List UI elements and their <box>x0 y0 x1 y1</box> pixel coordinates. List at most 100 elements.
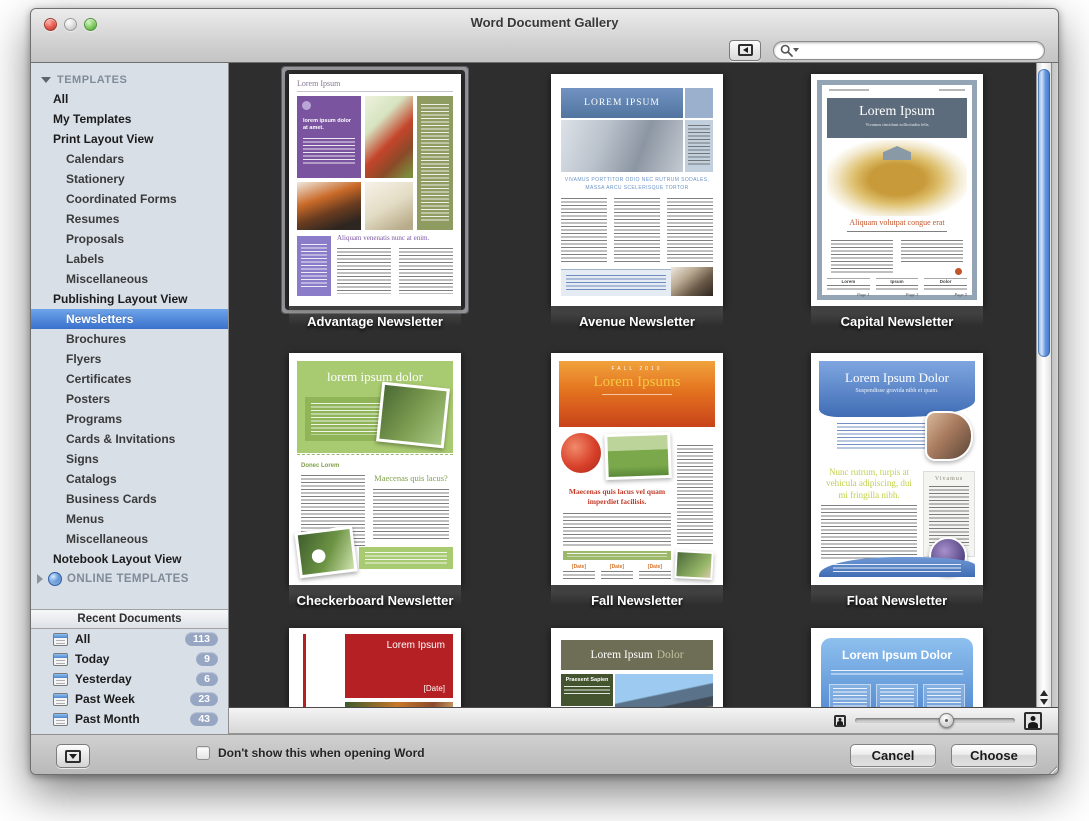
search-input[interactable] <box>773 41 1045 60</box>
template-card-row3-2[interactable]: Lorem Ipsum Dolor Praesent Sapien <box>551 628 723 707</box>
disclosure-triangle-down-icon[interactable] <box>41 77 51 83</box>
text-columns <box>667 198 713 264</box>
search-scope-chevron-icon[interactable] <box>793 48 799 52</box>
masthead-panel: Lorem Ipsum Dolor <box>821 638 973 707</box>
recent-item-past-month[interactable]: Past Month 43 <box>31 709 228 729</box>
feature-box: Praesent Sapien <box>561 674 613 706</box>
template-thumbnail[interactable]: Lorem Ipsum Dolor Suspendisse gravida ni… <box>811 353 983 585</box>
template-thumbnail[interactable]: Lorem Ipsum Dolor Praesent Sapien <box>551 628 723 707</box>
sidebar-item-labels[interactable]: Labels <box>31 249 228 269</box>
sidebar-item-signs[interactable]: Signs <box>31 449 228 469</box>
sidebar-item-certificates[interactable]: Certificates <box>31 369 228 389</box>
sidebar-item-online-templates[interactable]: ONLINE TEMPLATES <box>31 569 228 589</box>
sidebar-item-miscellaneous-publishing[interactable]: Miscellaneous <box>31 529 228 549</box>
photo-placeholder <box>671 267 713 296</box>
sidebar-item-coordinated-forms[interactable]: Coordinated Forms <box>31 189 228 209</box>
templates-section-header[interactable]: TEMPLATES <box>31 63 228 89</box>
sidebar-toggle-button[interactable] <box>729 40 761 61</box>
sidebar-item-menus[interactable]: Menus <box>31 509 228 529</box>
kicker-text: FALL 2010 <box>559 366 715 372</box>
sidebar-item-brochures[interactable]: Brochures <box>31 329 228 349</box>
panel-expand-down-icon <box>65 750 81 763</box>
template-thumbnail[interactable]: lorem ipsum dolor Donec Lorem <box>289 353 461 585</box>
scroll-down-arrow-icon[interactable] <box>1040 699 1048 705</box>
recent-item-past-week[interactable]: Past Week 23 <box>31 689 228 709</box>
template-card-row3-1[interactable]: Lorem Ipsum [Date] <box>289 628 461 707</box>
template-thumbnail[interactable]: LOREM IPSUM VIVAMUS PORTTITOR ODIO NEC R… <box>551 74 723 306</box>
template-card-fall[interactable]: FALL 2010 Lorem Ipsums Mae <box>551 353 723 608</box>
photo-placeholder <box>561 120 683 172</box>
sidebar-item-stationery[interactable]: Stationery <box>31 169 228 189</box>
sidebar-item-calendars[interactable]: Calendars <box>31 149 228 169</box>
disclosure-triangle-right-icon[interactable] <box>37 574 43 584</box>
cancel-button[interactable]: Cancel <box>850 744 936 767</box>
thumbnail-size-slider[interactable] <box>855 718 1015 723</box>
sidebar-item-programs[interactable]: Programs <box>31 409 228 429</box>
text-lines <box>303 138 355 166</box>
sidebar-item-cards-invitations[interactable]: Cards & Invitations <box>31 429 228 449</box>
sidebar-item-all[interactable]: All <box>31 89 228 109</box>
masthead-text: lorem ipsum dolor <box>297 369 453 385</box>
template-card-advantage[interactable]: Lorem Ipsum lorem ipsum dolor at amet. <box>289 74 461 329</box>
masthead-text: Lorem Ipsum Dolor <box>819 370 975 386</box>
sidebar-item-miscellaneous-print[interactable]: Miscellaneous <box>31 269 228 289</box>
text-lines <box>567 553 667 557</box>
photo-placeholder <box>376 382 450 449</box>
sidebar-item-flyers[interactable]: Flyers <box>31 349 228 369</box>
headline-text: Aliquam venenatis nunc at enim. <box>337 234 453 242</box>
text-lines <box>876 285 919 292</box>
dont-show-checkbox[interactable] <box>196 746 210 760</box>
template-thumbnail[interactable]: Lorem Ipsum [Date] <box>289 628 461 707</box>
scrollbar-thumb[interactable] <box>1038 69 1050 357</box>
template-card-capital[interactable]: Lorem Ipsum Vivamus tincidunt sollicitud… <box>811 74 983 329</box>
recent-item-label: All <box>75 632 178 646</box>
footer-disclosure-button[interactable] <box>56 744 90 768</box>
scroll-up-arrow-icon[interactable] <box>1040 690 1048 696</box>
text-lines <box>311 403 383 435</box>
text-lines <box>601 571 633 581</box>
template-thumbnail[interactable]: Lorem Ipsum Dolor <box>811 628 983 707</box>
header-rule <box>829 89 869 91</box>
template-thumbnail[interactable]: Lorem Ipsum Vivamus tincidunt sollicitud… <box>811 74 983 306</box>
masthead-text: Lorem Ipsum <box>297 79 340 88</box>
gallery-stack: Lorem Ipsum lorem ipsum dolor at amet. <box>229 63 1058 734</box>
sidebar-item-posters[interactable]: Posters <box>31 389 228 409</box>
template-card-row3-3[interactable]: Lorem Ipsum Dolor <box>811 628 983 707</box>
vertical-scrollbar[interactable] <box>1036 63 1051 707</box>
sidebar-item-catalogs[interactable]: Catalogs <box>31 469 228 489</box>
template-thumbnail[interactable]: FALL 2010 Lorem Ipsums Mae <box>551 353 723 585</box>
template-name: Advantage Newsletter <box>289 314 461 329</box>
side-column-heading <box>677 435 713 442</box>
sidebar-item-notebook-layout-view[interactable]: Notebook Layout View <box>31 549 228 569</box>
recent-item-all[interactable]: All 113 <box>31 629 228 649</box>
recent-item-today[interactable]: Today 9 <box>31 649 228 669</box>
recent-documents-section: Recent Documents All 113 Today 9 Yesterd… <box>31 609 228 729</box>
text-lines <box>688 125 710 167</box>
dont-show-option: Don't show this when opening Word <box>196 746 425 760</box>
sidebar-item-publishing-layout-view[interactable]: Publishing Layout View <box>31 289 228 309</box>
template-thumbnail[interactable]: Lorem Ipsum lorem ipsum dolor at amet. <box>289 74 461 306</box>
calendar-icon <box>53 653 68 666</box>
footer-band <box>359 547 453 569</box>
masthead-text: Lorem Ipsum <box>590 649 652 661</box>
sidebar-item-business-cards[interactable]: Business Cards <box>31 489 228 509</box>
title-bar[interactable]: Word Document Gallery <box>31 9 1058 37</box>
choose-button[interactable]: Choose <box>951 744 1037 767</box>
sidebar-item-resumes[interactable]: Resumes <box>31 209 228 229</box>
sidebar-item-my-templates[interactable]: My Templates <box>31 109 228 129</box>
template-card-checkerboard[interactable]: lorem ipsum dolor Donec Lorem <box>289 353 461 608</box>
small-thumbnails-icon[interactable] <box>834 715 846 727</box>
resize-grip[interactable] <box>1044 762 1057 775</box>
sidebar-item-proposals[interactable]: Proposals <box>31 229 228 249</box>
sidebar-item-newsletters[interactable]: Newsletters <box>31 309 228 329</box>
recent-item-yesterday[interactable]: Yesterday 6 <box>31 669 228 689</box>
photo-placeholder <box>294 526 357 579</box>
photo-placeholder <box>604 432 672 480</box>
calendar-icon <box>53 633 68 646</box>
large-thumbnails-icon[interactable] <box>1024 712 1042 730</box>
sidebar-item-print-layout-view[interactable]: Print Layout View <box>31 129 228 149</box>
slider-thumb[interactable] <box>939 713 954 728</box>
footer-boxes: Lorem Page 1 Ipsum Page 3 <box>827 278 967 296</box>
template-card-avenue[interactable]: LOREM IPSUM VIVAMUS PORTTITOR ODIO NEC R… <box>551 74 723 329</box>
template-card-float[interactable]: Lorem Ipsum Dolor Suspendisse gravida ni… <box>811 353 983 608</box>
